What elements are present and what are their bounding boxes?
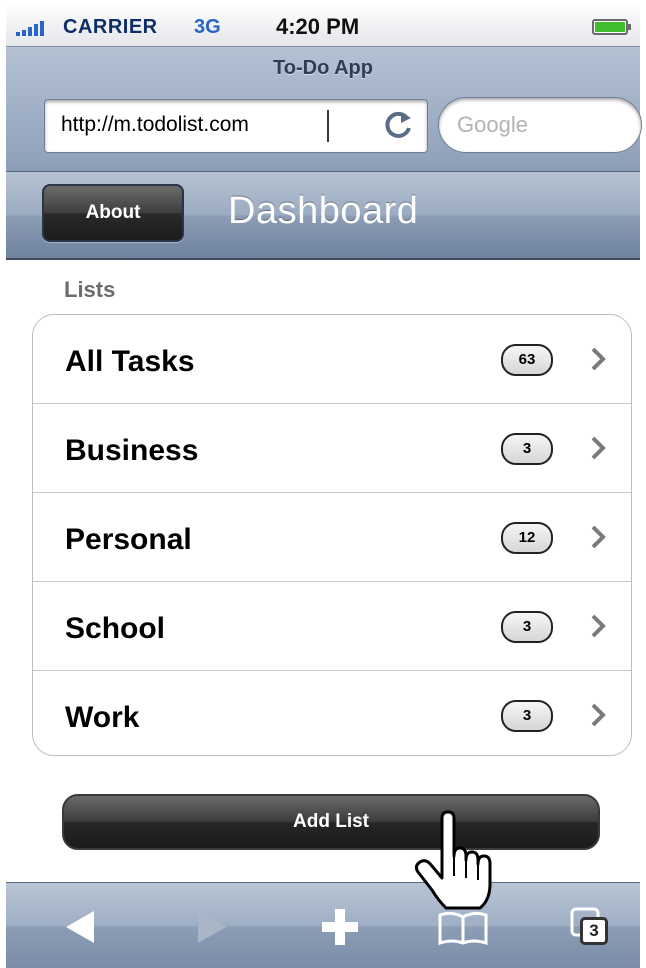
list-item-work[interactable]: Work 3	[33, 671, 631, 755]
bookmarks-icon[interactable]	[436, 909, 490, 947]
section-heading: Lists	[64, 277, 116, 302]
list-item-label: All Tasks	[65, 345, 195, 378]
navigation-bar: About Dashboard	[6, 172, 640, 260]
pages-icon[interactable]: 3	[566, 903, 612, 951]
network-type: 3G	[194, 16, 221, 38]
list-item-personal[interactable]: Personal 12	[33, 493, 631, 582]
carrier-name: CARRIER	[63, 16, 158, 38]
add-list-button[interactable]: Add List	[62, 794, 600, 850]
chevron-right-icon	[591, 614, 606, 638]
list-item-all-tasks[interactable]: All Tasks 63	[33, 315, 631, 404]
count-badge: 63	[501, 344, 553, 376]
nav-title: Dashboard	[228, 190, 419, 232]
status-bar: CARRIER 3G 4:20 PM	[6, 6, 640, 47]
list-item-label: Work	[65, 701, 140, 734]
chevron-right-icon	[591, 436, 606, 460]
browser-bottom-toolbar: 3	[6, 882, 640, 968]
count-badge: 3	[501, 433, 553, 465]
url-text: http://m.todolist.com	[61, 113, 249, 136]
phone-screen: CARRIER 3G 4:20 PM To-Do App http://m.to…	[0, 0, 646, 968]
battery-icon	[592, 19, 631, 35]
back-icon[interactable]	[62, 907, 98, 947]
list-item-school[interactable]: School 3	[33, 582, 631, 671]
text-caret	[327, 110, 329, 142]
pages-count: 3	[580, 917, 608, 945]
count-badge: 3	[501, 611, 553, 643]
chevron-right-icon	[591, 703, 606, 727]
status-time: 4:20 PM	[276, 14, 360, 39]
add-icon[interactable]	[318, 905, 362, 949]
page-title: To-Do App	[273, 57, 373, 79]
forward-icon[interactable]	[194, 907, 230, 947]
lists-table: All Tasks 63 Business 3 Personal 12 Scho…	[32, 314, 632, 756]
list-item-label: Personal	[65, 523, 192, 556]
list-item-label: School	[65, 612, 166, 645]
search-input[interactable]	[438, 97, 642, 153]
chevron-right-icon	[591, 347, 606, 371]
count-badge: 12	[501, 522, 553, 554]
list-item-business[interactable]: Business 3	[33, 404, 631, 493]
list-item-label: Business	[65, 434, 199, 467]
browser-toolbar: To-Do App http://m.todolist.com	[6, 46, 642, 173]
chevron-right-icon	[591, 525, 606, 549]
reload-icon[interactable]	[383, 110, 413, 142]
signal-bars-icon	[16, 21, 44, 36]
about-button[interactable]: About	[42, 184, 184, 242]
count-badge: 3	[501, 700, 553, 732]
url-field[interactable]: http://m.todolist.com	[44, 99, 428, 153]
